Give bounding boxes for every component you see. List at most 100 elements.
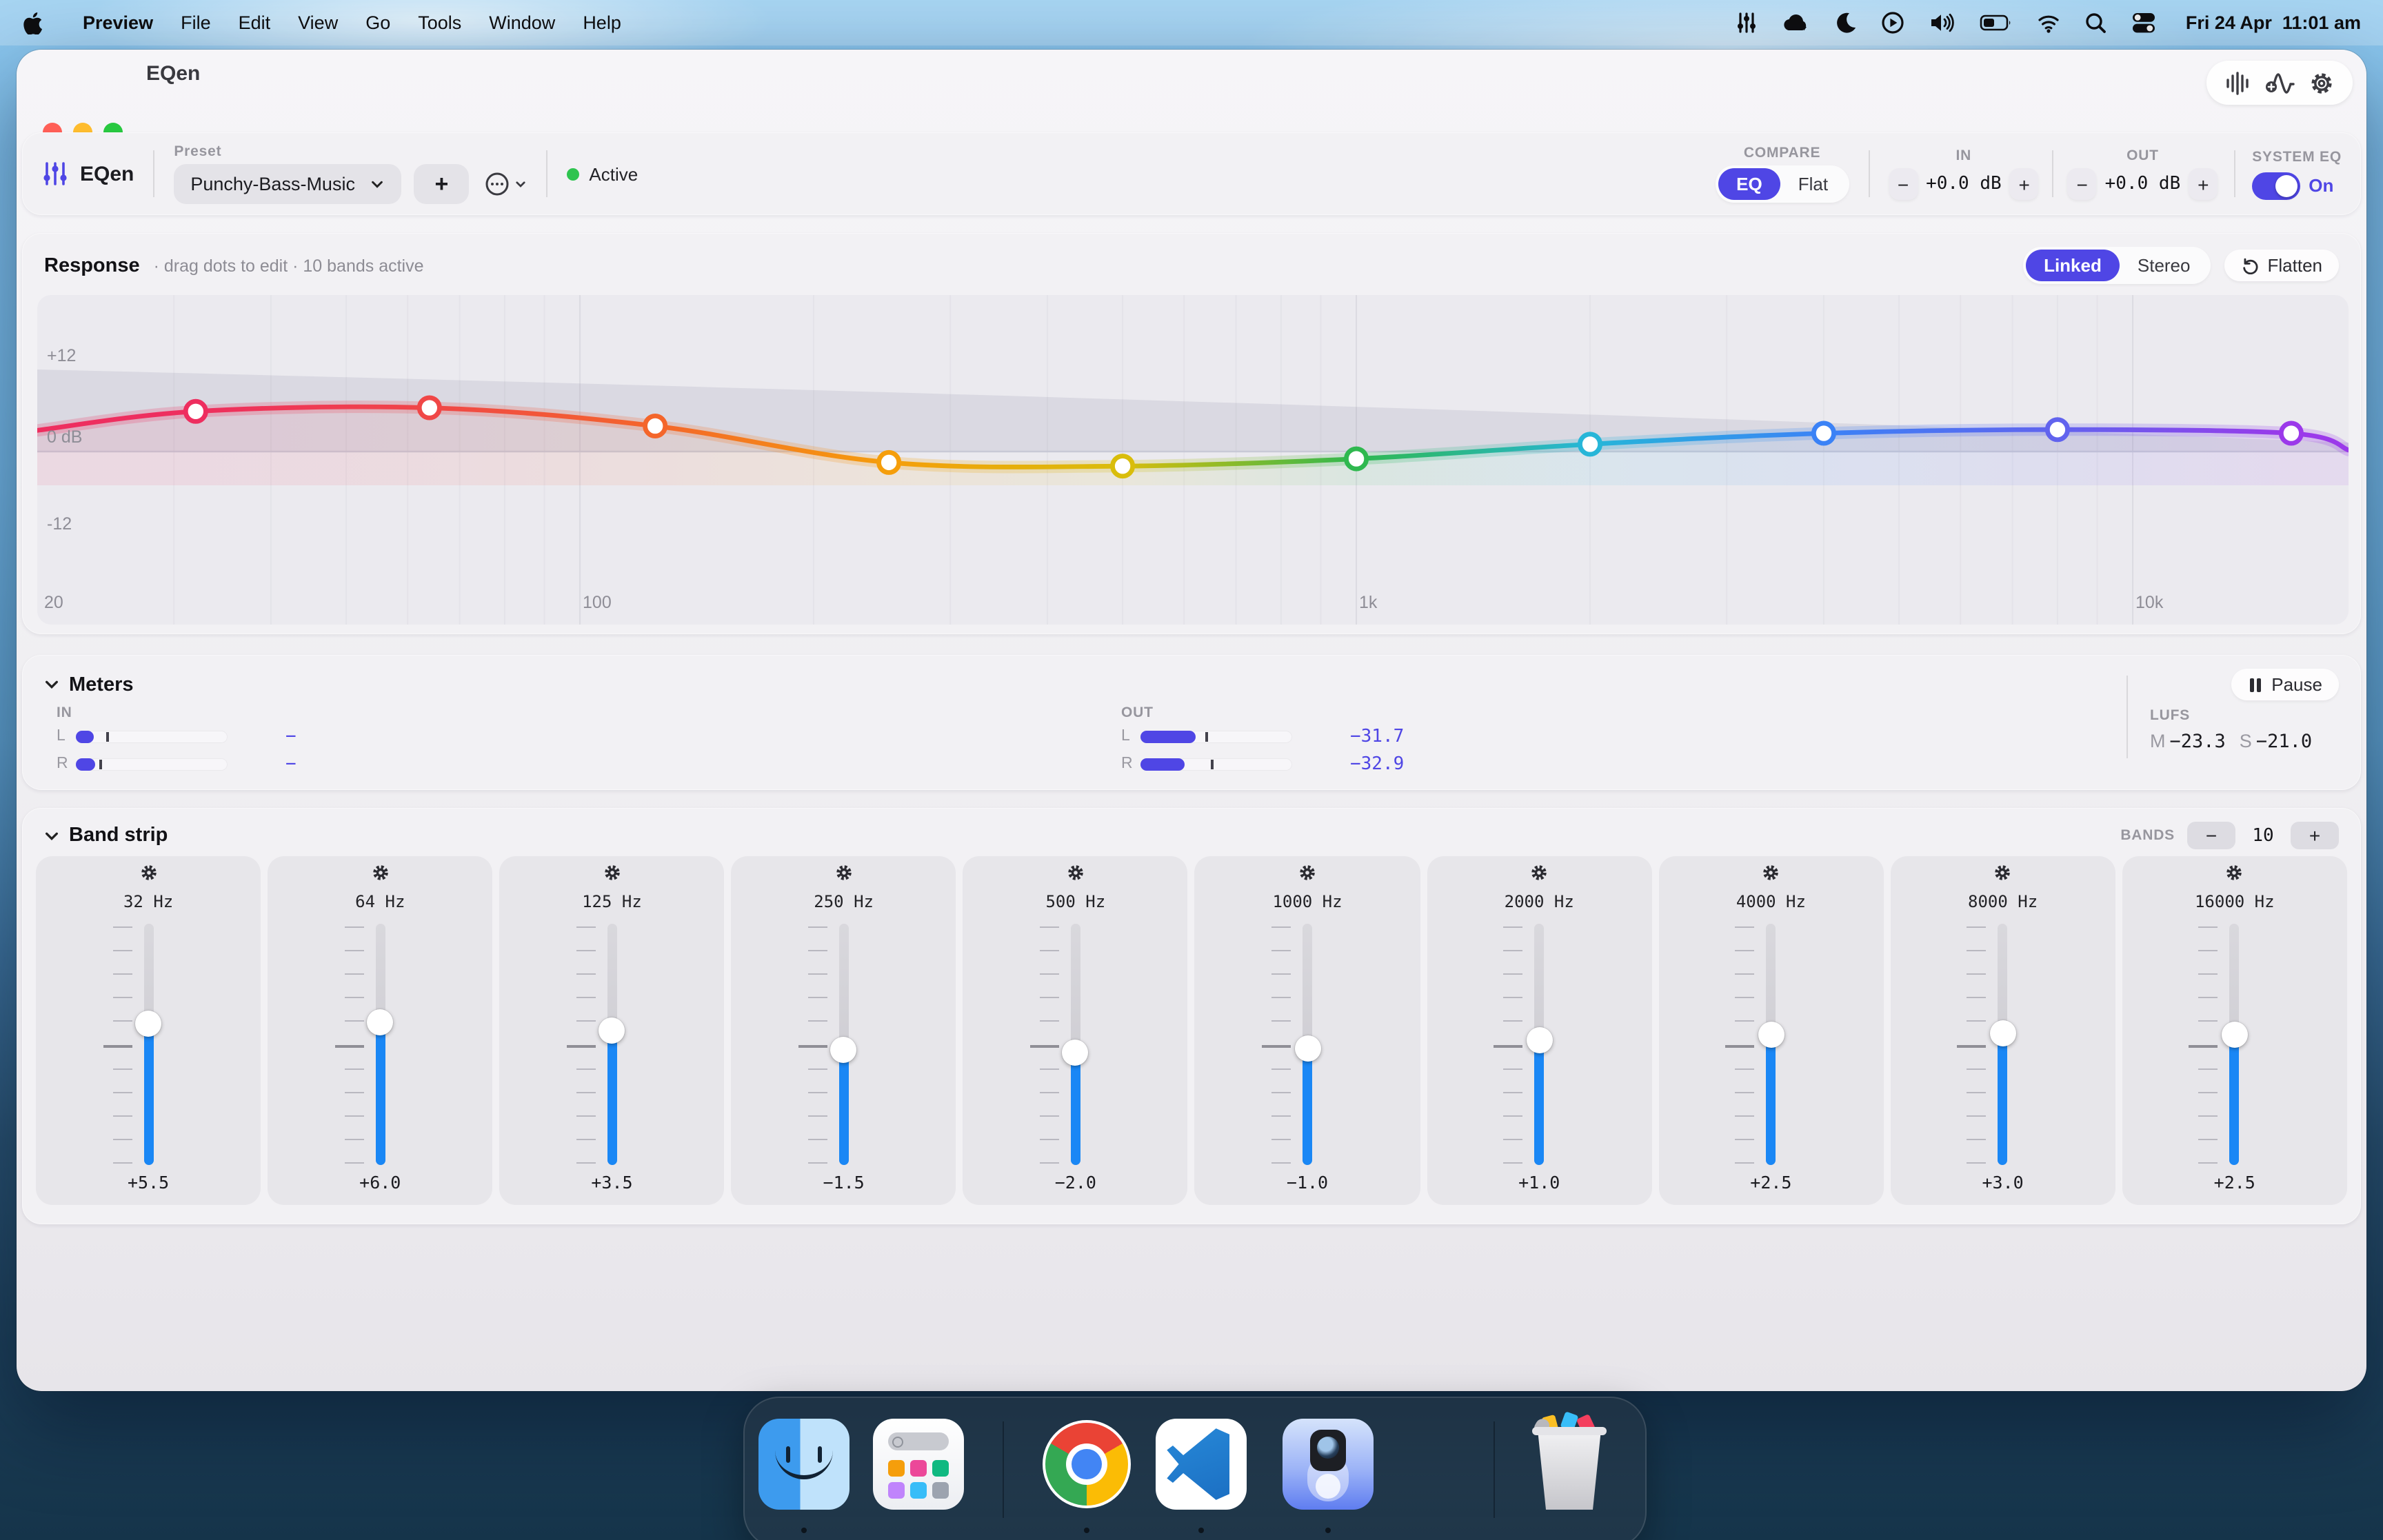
menu-item-edit[interactable]: Edit	[225, 12, 285, 33]
slider-tick	[576, 1162, 596, 1164]
eq-response-plot[interactable]: +12 0 dB -12 20 100 1k 10k	[37, 295, 2349, 625]
chevron-down-icon[interactable]	[44, 677, 59, 692]
response-dot-16000hz[interactable]	[2278, 421, 2304, 446]
in-gain-increase-button[interactable]: +	[2009, 168, 2039, 200]
menu-item-go[interactable]: Go	[352, 12, 404, 33]
response-dot-2000hz[interactable]	[1577, 432, 1602, 457]
remove-band-button[interactable]: −	[2187, 822, 2235, 849]
response-dot-4000hz[interactable]	[1811, 421, 1836, 446]
band-settings-gear-icon[interactable]	[602, 863, 621, 882]
band-gain-slider[interactable]	[1758, 924, 1784, 1165]
slider-knob[interactable]	[830, 1037, 857, 1064]
slider-knob[interactable]	[367, 1009, 394, 1035]
add-band-button[interactable]: +	[2291, 822, 2339, 849]
apple-menu-icon[interactable]	[22, 12, 44, 34]
band-gain-value: −1.0	[1286, 1172, 1329, 1193]
battery-icon[interactable]	[1979, 11, 2013, 34]
band-gain-slider[interactable]	[1526, 924, 1553, 1165]
dock-item-vscode[interactable]	[1156, 1419, 1247, 1510]
out-gain-decrease-button[interactable]: −	[2067, 168, 2097, 200]
menu-clock[interactable]: Fri 24 Apr 11:01 am	[2186, 12, 2361, 33]
axis-tick-label: 20	[44, 593, 63, 612]
band-gain-slider[interactable]	[2221, 924, 2248, 1165]
preset-dropdown[interactable]: Punchy-Bass-Music	[174, 164, 402, 204]
slider-knob[interactable]	[1989, 1020, 2016, 1046]
volume-icon[interactable]	[1928, 11, 1955, 34]
slider-knob[interactable]	[2221, 1022, 2248, 1048]
cloud-icon[interactable]	[1782, 11, 1811, 34]
play-circle-icon[interactable]	[1881, 11, 1904, 34]
band-settings-gear-icon[interactable]	[1066, 863, 1085, 882]
out-gain-increase-button[interactable]: +	[2189, 168, 2218, 200]
system-eq-toggle[interactable]	[2252, 172, 2301, 199]
compare-option-flat[interactable]: Flat	[1780, 168, 1846, 200]
in-meters-label: IN	[57, 705, 72, 721]
spotlight-icon[interactable]	[2084, 11, 2107, 34]
band-gain-slider[interactable]	[1989, 924, 2016, 1165]
dock-item-chrome[interactable]	[1041, 1419, 1132, 1510]
mode-option-stereo[interactable]: Stereo	[2120, 250, 2209, 281]
add-waveform-icon[interactable]	[2264, 70, 2295, 96]
add-preset-button[interactable]: +	[414, 164, 470, 204]
eq-response-graph[interactable]: +12 0 dB -12 20 100 1k 10k	[37, 295, 2349, 625]
band-settings-gear-icon[interactable]	[1761, 863, 1780, 882]
preset-more-button[interactable]	[484, 171, 527, 197]
band-gain-slider[interactable]	[1062, 924, 1089, 1165]
levels-icon[interactable]	[2224, 70, 2251, 96]
compare-option-eq[interactable]: EQ	[1718, 168, 1780, 200]
menu-item-view[interactable]: View	[284, 12, 352, 33]
pause-meters-button[interactable]: Pause	[2231, 669, 2339, 700]
band-gain-slider[interactable]	[599, 924, 625, 1165]
meter-fill	[1140, 758, 1185, 770]
chevron-down-icon[interactable]	[44, 828, 59, 843]
equalizer-icon[interactable]	[1735, 11, 1758, 34]
response-dot-500hz[interactable]	[1110, 454, 1136, 479]
window-titlebar[interactable]: EQen	[17, 50, 2366, 142]
slider-knob[interactable]	[599, 1017, 625, 1044]
band-gain-slider[interactable]	[1294, 924, 1321, 1165]
flatten-button[interactable]: Flatten	[2224, 250, 2339, 281]
mode-option-linked[interactable]: Linked	[2026, 250, 2120, 281]
slider-knob[interactable]	[1526, 1027, 1553, 1054]
menu-item-preview[interactable]: Preview	[69, 12, 167, 33]
slider-knob[interactable]	[135, 1011, 162, 1037]
response-dot-125hz[interactable]	[643, 413, 668, 438]
band-settings-gear-icon[interactable]	[1529, 863, 1549, 882]
in-gain-decrease-button[interactable]: −	[1889, 168, 1918, 200]
moon-icon[interactable]	[1834, 11, 1858, 34]
control-center-icon[interactable]	[2131, 11, 2157, 34]
band-gain-slider[interactable]	[367, 924, 394, 1165]
band-settings-gear-icon[interactable]	[834, 863, 854, 882]
slider-tick	[1735, 1138, 1755, 1140]
menu-item-help[interactable]: Help	[569, 12, 635, 33]
band-gain-slider[interactable]	[135, 924, 162, 1165]
response-dot-64hz[interactable]	[416, 395, 442, 421]
dock-item-camera-app[interactable]	[1283, 1419, 1374, 1510]
dock-item-apps[interactable]	[873, 1419, 964, 1510]
slider-tick	[1271, 997, 1291, 999]
band-settings-gear-icon[interactable]	[370, 863, 390, 882]
finder-icon	[758, 1419, 849, 1510]
response-dot-32hz[interactable]	[183, 398, 208, 424]
slider-knob[interactable]	[1758, 1022, 1784, 1048]
slider-knob[interactable]	[1062, 1039, 1089, 1065]
preset-toolbar: EQen Preset Punchy-Bass-Music + Active C…	[22, 132, 2361, 215]
menu-item-window[interactable]: Window	[475, 12, 569, 33]
menu-item-tools[interactable]: Tools	[404, 12, 475, 33]
wifi-icon[interactable]	[2037, 11, 2060, 34]
band-settings-gear-icon[interactable]	[1993, 863, 2013, 882]
band-settings-gear-icon[interactable]	[139, 863, 158, 882]
dock-item-finder[interactable]	[758, 1419, 849, 1510]
gear-icon[interactable]	[2309, 70, 2335, 96]
dock-item-trash[interactable]	[1524, 1411, 1615, 1510]
band-settings-gear-icon[interactable]	[1298, 863, 1317, 882]
band-gain-slider[interactable]	[830, 924, 857, 1165]
menu-item-file[interactable]: File	[167, 12, 225, 33]
response-dot-250hz[interactable]	[876, 449, 902, 475]
response-dot-1000hz[interactable]	[1344, 446, 1369, 472]
slider-knob[interactable]	[1294, 1035, 1321, 1062]
slider-tick	[576, 1115, 596, 1117]
band-settings-gear-icon[interactable]	[2225, 863, 2244, 882]
response-dot-8000hz[interactable]	[2044, 417, 2070, 443]
slider-tick	[576, 950, 596, 952]
